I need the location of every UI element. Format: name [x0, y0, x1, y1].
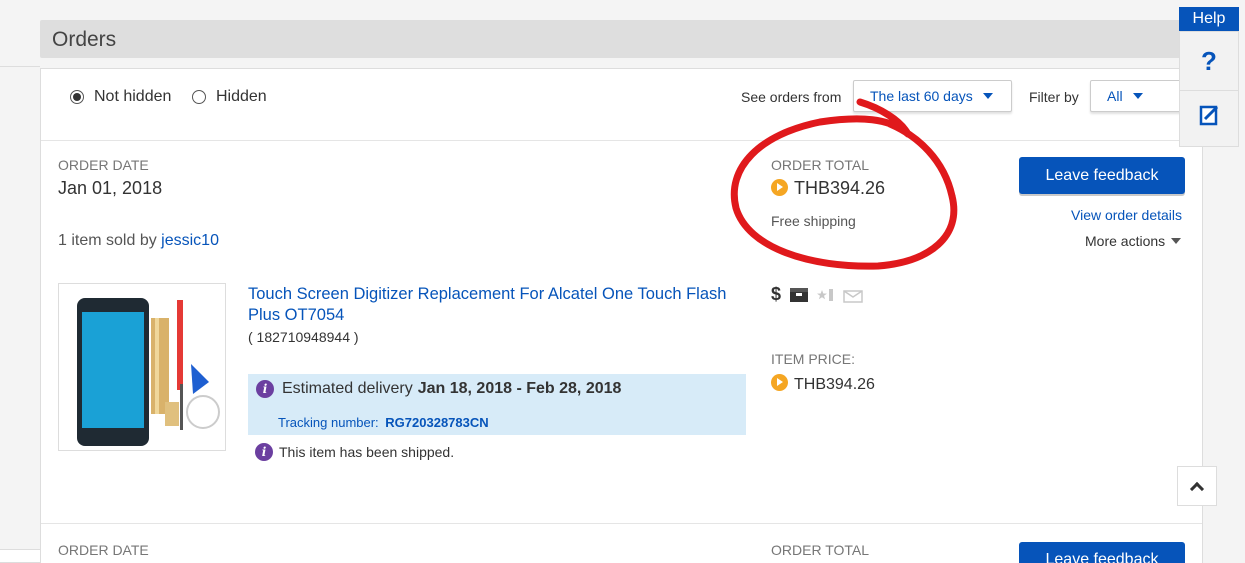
help-panel-divider	[1180, 90, 1238, 91]
currency-coin-icon	[771, 374, 788, 391]
see-orders-from-label: See orders from	[741, 89, 842, 105]
tracking-number-link[interactable]: RG720328783CN	[385, 415, 488, 430]
date-range-value: The last 60 days	[870, 88, 973, 104]
order-total-label: ORDER TOTAL	[771, 157, 870, 173]
info-icon: i	[256, 380, 274, 398]
filter-value: All	[1107, 88, 1123, 104]
info-icon: i	[255, 443, 273, 461]
tracking-label: Tracking number:	[278, 415, 379, 430]
seller-link[interactable]: jessic10	[161, 232, 219, 249]
order-divider	[41, 523, 1202, 524]
chevron-down-icon	[1171, 238, 1182, 244]
radio-not-hidden-label: Not hidden	[94, 88, 172, 105]
estimated-delivery-label: Estimated delivery	[282, 380, 413, 397]
view-order-details-link[interactable]: View order details	[1071, 207, 1182, 223]
date-range-select[interactable]: The last 60 days	[853, 80, 1012, 112]
scroll-to-top-button[interactable]	[1177, 466, 1217, 506]
item-title-link[interactable]: Touch Screen Digitizer Replacement For A…	[248, 284, 738, 326]
estimated-delivery-dates: Jan 18, 2018 - Feb 28, 2018	[417, 380, 622, 397]
item-number: ( 182710948944 )	[248, 329, 359, 345]
tracking-row: Tracking number: RG720328783CN	[278, 415, 489, 430]
order-date-label: ORDER DATE	[58, 157, 149, 173]
help-panel: ?	[1179, 31, 1239, 147]
radio-hidden-indicator[interactable]	[192, 90, 206, 104]
phone-product-image	[77, 298, 220, 446]
radio-not-hidden-indicator[interactable]	[70, 90, 84, 104]
item-thumbnail[interactable]	[58, 283, 226, 451]
page-title: Orders	[52, 28, 117, 51]
item-price-label: ITEM PRICE:	[771, 351, 856, 367]
chevron-down-icon	[982, 93, 993, 99]
package-icon	[790, 287, 809, 302]
chevron-down-icon	[1132, 93, 1143, 99]
sold-by: 1 item sold by jessic10	[58, 232, 219, 250]
item-price: THB394.26	[771, 374, 875, 394]
radio-hidden[interactable]: Hidden	[192, 88, 267, 106]
sold-by-label: 1 item sold by	[58, 232, 157, 249]
star-feedback-icon	[817, 288, 834, 301]
currency-coin-icon	[771, 179, 788, 196]
orders-header: Orders	[40, 20, 1190, 58]
left-sidebar-divider	[0, 66, 40, 67]
chevron-up-icon	[1189, 481, 1205, 497]
order-date-value: Jan 01, 2018	[58, 178, 163, 198]
estimated-delivery-row: i Estimated delivery Jan 18, 2018 - Feb …	[256, 380, 621, 398]
leave-feedback-button[interactable]: Leave feedback	[1019, 157, 1185, 194]
more-actions-menu[interactable]: More actions	[1085, 233, 1182, 249]
shipped-status: i This item has been shipped.	[255, 443, 454, 461]
order-total-value: THB394.26	[794, 178, 886, 198]
shipped-status-text: This item has been shipped.	[279, 444, 455, 460]
item-status-icons: $	[771, 284, 863, 305]
order-total: THB394.26	[771, 178, 885, 199]
estimated-delivery-box: i Estimated delivery Jan 18, 2018 - Feb …	[248, 374, 746, 435]
filter-select[interactable]: All	[1090, 80, 1185, 112]
left-sidebar	[0, 0, 40, 563]
next-leave-feedback-button[interactable]: Leave feedback	[1019, 542, 1185, 563]
help-question-icon[interactable]: ?	[1180, 46, 1238, 77]
radio-not-hidden[interactable]: Not hidden	[70, 88, 171, 106]
feedback-edit-icon[interactable]	[1199, 104, 1221, 126]
next-order-date-label: ORDER DATE	[58, 542, 149, 558]
filter-by-label: Filter by	[1029, 89, 1079, 105]
orders-page: Orders Not hidden Hidden See orders from…	[0, 0, 1245, 563]
envelope-icon	[843, 289, 863, 303]
shipping-info: Free shipping	[771, 213, 856, 229]
dollar-icon: $	[771, 284, 782, 304]
item-price-value: THB394.26	[794, 376, 875, 393]
help-tab[interactable]: Help	[1179, 7, 1239, 31]
next-order-total-label: ORDER TOTAL	[771, 542, 870, 558]
radio-hidden-label: Hidden	[216, 88, 267, 105]
orders-toolbar: Not hidden Hidden See orders from The la…	[41, 69, 1202, 141]
more-actions-label: More actions	[1085, 233, 1166, 249]
